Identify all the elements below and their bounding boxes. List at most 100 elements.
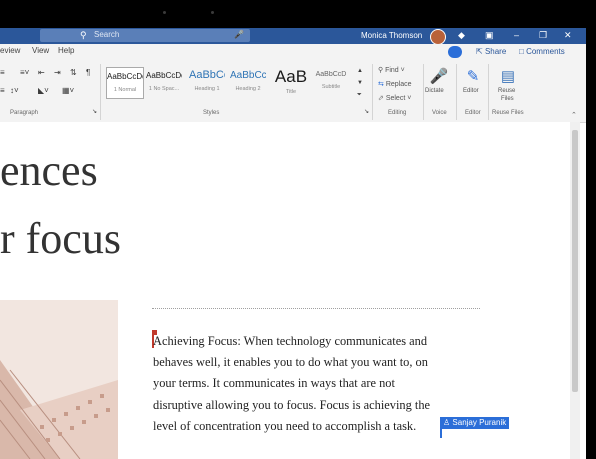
diamond-icon[interactable]: ◆ xyxy=(458,30,465,41)
group-divider xyxy=(488,64,489,120)
show-marks-icon[interactable]: ¶ xyxy=(86,68,90,77)
comment-icon: □ xyxy=(519,47,527,56)
group-divider xyxy=(456,64,457,120)
camera-dot xyxy=(163,11,166,14)
word-window: ⚲ Search 🎤 Monica Thomson ◆ ▣ – ❐ ✕ evie… xyxy=(0,0,596,459)
body-line: disruptive allowing you to focus. Focus … xyxy=(153,397,431,412)
share-button[interactable]: ⇱ Share xyxy=(476,47,506,56)
editing-group-label: Editing xyxy=(388,110,407,116)
dictate-button[interactable]: Dictate xyxy=(425,88,444,94)
style-normal[interactable]: AaBbCcDd 1 Normal xyxy=(106,67,144,99)
document-photo[interactable] xyxy=(0,300,118,459)
sort-icon[interactable]: ⇅ xyxy=(70,68,77,77)
style-heading-1[interactable]: AaBbCc Heading 1 xyxy=(189,67,225,97)
scroll-up-icon[interactable]: ⌃ xyxy=(571,111,577,119)
ribbon-tabs: eview View Help ⇱ Share □ Comments xyxy=(0,44,586,60)
close-icon[interactable]: ✕ xyxy=(564,30,572,41)
document-heading-line-1: ences xyxy=(0,146,98,195)
share-icon: ⇱ xyxy=(476,47,485,56)
voice-group-label: Voice xyxy=(432,110,447,116)
share-label: Share xyxy=(484,47,507,56)
search-placeholder: Search xyxy=(94,30,120,39)
document-body[interactable]: Achieving Focus: When technology communi… xyxy=(153,331,463,437)
body-line: your terms. It communicates in ways that… xyxy=(153,376,395,391)
coauthoring-icon[interactable] xyxy=(448,46,462,58)
body-line: level of concentration you need to accom… xyxy=(153,418,417,433)
style-preview: AaBbCcC xyxy=(230,70,266,81)
styles-group-label: Styles xyxy=(203,110,220,116)
select-label: Select xyxy=(385,95,406,102)
group-divider xyxy=(423,64,424,120)
tab-view[interactable]: View xyxy=(32,46,49,55)
shading-icon[interactable]: ◣˅ xyxy=(38,86,49,95)
paragraph-group-label: Paragraph xyxy=(10,110,39,116)
decrease-indent-icon[interactable]: ⇤ xyxy=(38,68,45,77)
style-preview: AaBbCcDd xyxy=(107,72,143,81)
style-name: 1 No Spac... xyxy=(148,86,180,92)
restore-icon[interactable]: ❐ xyxy=(539,30,547,41)
style-heading-2[interactable]: AaBbCcC Heading 2 xyxy=(230,67,266,97)
editor-pen-icon[interactable]: ✎ xyxy=(463,67,483,85)
microphone-icon[interactable]: 🎤 xyxy=(429,67,449,85)
style-no-spacing[interactable]: AaBbCcDd 1 No Spac... xyxy=(146,67,182,97)
style-subtitle[interactable]: AaBbCcD Subtitle xyxy=(313,67,349,97)
title-bar: ⚲ Search 🎤 Monica Thomson ◆ ▣ – ❐ ✕ xyxy=(0,28,586,45)
find-label: Find xyxy=(385,67,399,74)
numbering-icon[interactable]: ≡ xyxy=(0,68,5,77)
multilevel-list-icon[interactable]: ≡˅ xyxy=(20,68,29,77)
style-preview: AaBbCcDd xyxy=(146,71,182,80)
gallery-more-icon[interactable]: ⏷ xyxy=(357,92,362,99)
style-name: 1 Normal xyxy=(113,87,137,93)
style-name: Title xyxy=(285,89,297,95)
borders-icon[interactable]: ▦˅ xyxy=(62,86,74,95)
avatar[interactable] xyxy=(430,29,446,45)
paragraph-launcher-icon[interactable]: ↘ xyxy=(92,108,97,115)
chevron-down-icon: ˅ xyxy=(405,95,412,102)
tab-review[interactable]: eview xyxy=(0,46,20,55)
section-divider xyxy=(152,308,480,309)
device-bezel-top xyxy=(0,0,596,28)
collaborator-tag: ♙ Sanjay Puranik xyxy=(441,417,510,429)
increase-indent-icon[interactable]: ⇥ xyxy=(54,68,61,77)
search-box[interactable]: ⚲ Search 🎤 xyxy=(40,29,250,42)
reuse-files-button-line1[interactable]: Reuse xyxy=(498,88,515,94)
minimize-icon[interactable]: – xyxy=(514,30,519,40)
user-name[interactable]: Monica Thomson xyxy=(361,31,422,40)
architecture-image xyxy=(0,300,118,459)
group-divider xyxy=(100,64,101,120)
ribbon-display-icon[interactable]: ▣ xyxy=(485,30,494,41)
replace-icon: ⇆ xyxy=(378,81,386,88)
comments-button[interactable]: □ Comments xyxy=(519,47,565,56)
scrollbar-thumb[interactable] xyxy=(572,130,578,392)
document-heading-line-2: r focus xyxy=(0,214,121,263)
search-icon: ⚲ xyxy=(80,30,87,40)
editor-group-label: Editor xyxy=(465,110,481,116)
body-line: Achieving Focus: When technology communi… xyxy=(153,334,428,348)
chevron-down-icon: ˅ xyxy=(398,67,405,74)
style-preview: AaBbCc xyxy=(189,69,225,81)
reuse-files-icon[interactable]: ▤ xyxy=(498,67,518,85)
gallery-down-icon[interactable]: ▼ xyxy=(357,80,363,86)
replace-label: Replace xyxy=(385,81,412,88)
editor-button[interactable]: Editor xyxy=(463,88,479,94)
ribbon: ≡ ≡˅ ⇤ ⇥ ⇅ ¶ ≡ ↕˅ ◣˅ ▦˅ Paragraph ↘ AaBb… xyxy=(0,60,586,123)
reuse-files-group-label: Reuse Files xyxy=(492,110,524,116)
reuse-files-button-line2[interactable]: Files xyxy=(501,96,514,102)
style-title[interactable]: AaB Title xyxy=(273,67,309,97)
mic-icon[interactable]: 🎤 xyxy=(234,30,244,39)
replace-button[interactable]: ⇆ Replace xyxy=(378,80,412,88)
line-spacing-icon[interactable]: ↕˅ xyxy=(10,86,19,95)
style-name: Subtitle xyxy=(321,84,341,90)
person-icon: ♙ xyxy=(443,418,453,427)
tab-help[interactable]: Help xyxy=(58,46,74,55)
gallery-up-icon[interactable]: ▲ xyxy=(357,68,363,74)
find-button[interactable]: ⚲ Find ˅ xyxy=(378,66,405,74)
select-button[interactable]: ⬀ Select ˅ xyxy=(378,94,411,102)
group-divider xyxy=(372,64,373,120)
style-name: Heading 2 xyxy=(235,86,261,92)
justify-icon[interactable]: ≡ xyxy=(0,86,5,95)
comments-label: Comments xyxy=(526,47,565,56)
body-line: behaves well, it enables you to do what … xyxy=(153,355,428,370)
style-preview: AaBbCcD xyxy=(315,71,347,78)
styles-launcher-icon[interactable]: ↘ xyxy=(364,108,369,115)
